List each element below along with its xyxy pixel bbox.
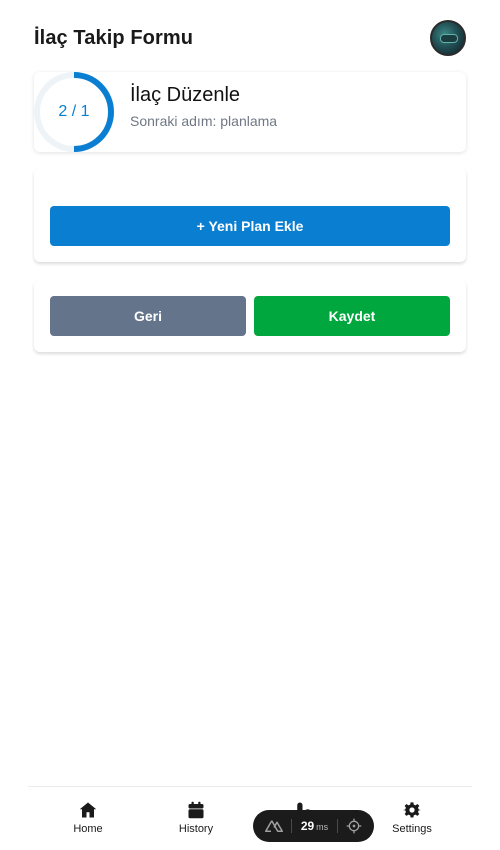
top-header: İlaç Takip Formu [34, 16, 466, 60]
bottom-nav: Home History Settings [28, 786, 472, 850]
nav-item-history[interactable]: History [156, 801, 236, 835]
render-time-value: 29 [300, 819, 315, 833]
nuxt-logo-icon [265, 820, 284, 832]
step-subtitle: Sonraki adım: planlama [130, 113, 278, 129]
action-card: Geri Kaydet [34, 280, 466, 352]
dev-overlay-pill[interactable]: 29 ms [253, 810, 374, 842]
step-card: 2 / 1 İlaç Düzenle Sonraki adım: planlam… [34, 72, 466, 152]
plan-card: + Yeni Plan Ekle [34, 168, 466, 262]
nav-label-history: History [178, 823, 214, 835]
back-button[interactable]: Geri [50, 296, 246, 336]
avatar[interactable] [430, 20, 466, 56]
calendar-icon [188, 801, 204, 819]
render-time: 29 ms [301, 817, 328, 835]
add-plan-button[interactable]: + Yeni Plan Ekle [50, 206, 450, 246]
nav-item-settings[interactable]: Settings [372, 801, 452, 835]
home-icon [79, 802, 97, 818]
nav-item-home[interactable]: Home [48, 801, 128, 835]
app-page: İlaç Takip Formu 2 / 1 İlaç Düzenle Sonr… [0, 0, 500, 850]
step-info: İlaç Düzenle Sonraki adım: planlama [130, 84, 277, 129]
step-title: İlaç Düzenle [130, 84, 241, 106]
separator [336, 819, 338, 833]
save-button[interactable]: Kaydet [254, 296, 450, 336]
crosshair-icon[interactable] [346, 818, 362, 834]
page-title: İlaç Takip Formu [34, 26, 194, 49]
gear-icon [403, 802, 421, 818]
render-time-unit: ms [316, 822, 329, 832]
separator [291, 819, 293, 833]
nav-label-home: Home [73, 823, 103, 835]
nav-label-settings: Settings [392, 823, 432, 835]
progress-count: 2 / 1 [58, 103, 90, 120]
